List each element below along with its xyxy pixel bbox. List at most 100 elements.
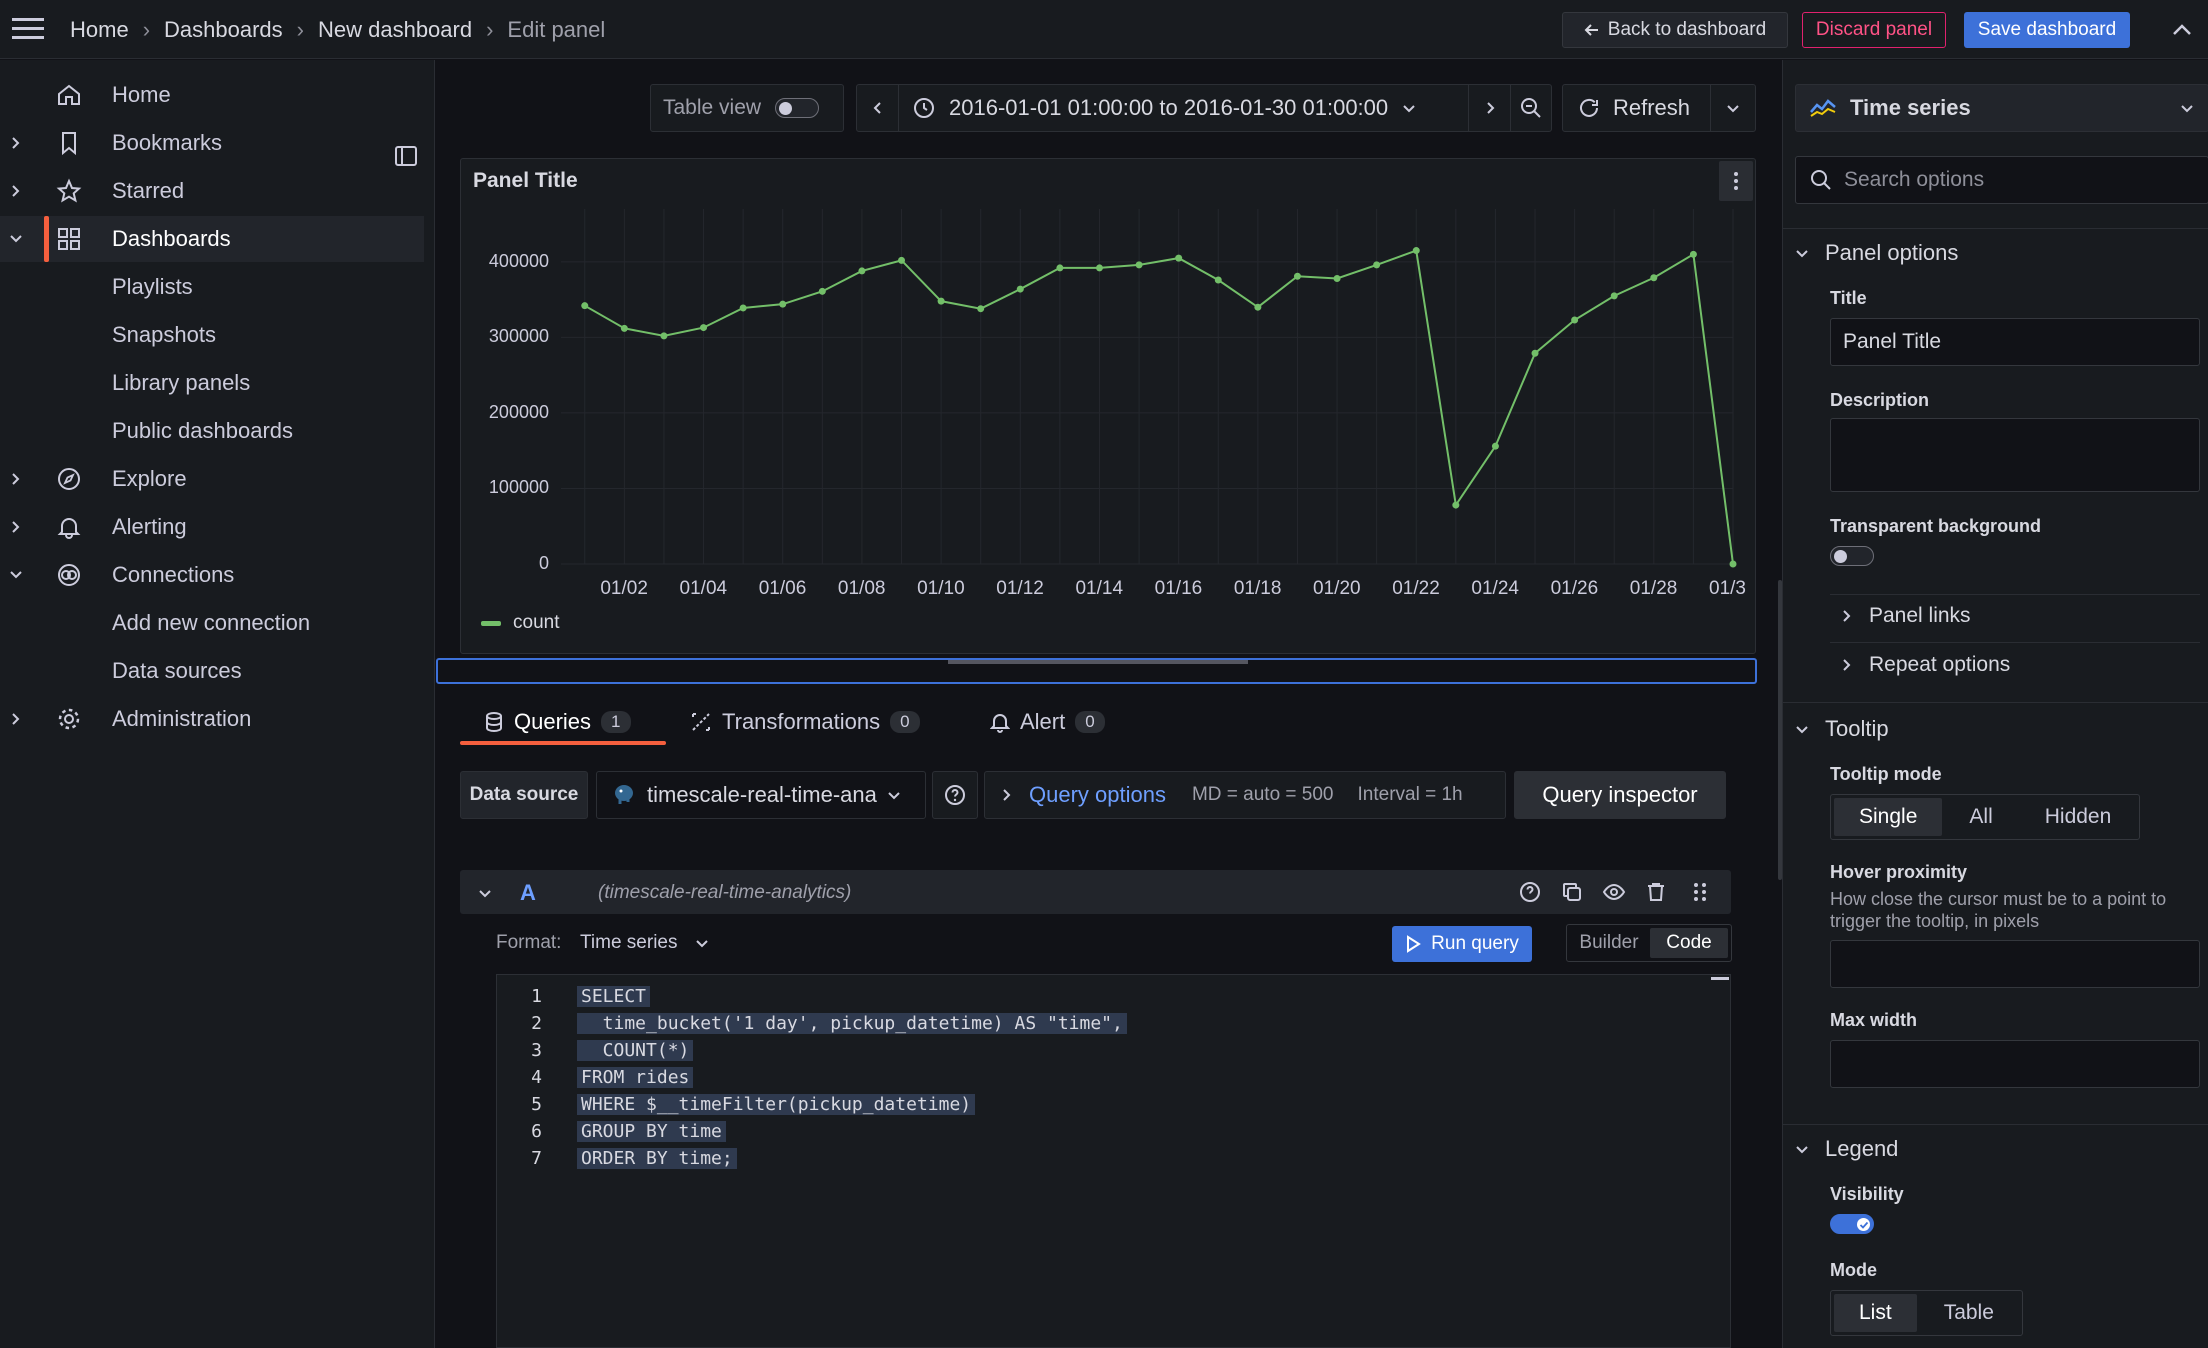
query-inspector-label: Query inspector (1542, 782, 1698, 807)
tooltip-section-header[interactable]: Tooltip (1795, 716, 1889, 742)
title-input[interactable]: Panel Title (1830, 318, 2200, 366)
sidebar-item-library-panels[interactable]: Library panels (0, 360, 424, 406)
transparent-background-switch[interactable] (1830, 546, 1874, 566)
sidebar-item-snapshots[interactable]: Snapshots (0, 312, 424, 358)
eye-icon[interactable] (1602, 880, 1626, 904)
time-back-button[interactable] (857, 85, 899, 131)
sidebar-item-connections[interactable]: Connections (0, 552, 424, 598)
sidebar-item-public-dashboards[interactable]: Public dashboards (0, 408, 424, 454)
query-options-bar[interactable]: Query options MD = auto = 500 Interval =… (984, 771, 1506, 819)
format-select[interactable]: Time series (580, 926, 730, 960)
search-options-field[interactable]: Search options (1795, 156, 2208, 204)
tab-label: Alert (1020, 709, 1066, 734)
chevron-down-icon[interactable] (8, 231, 24, 247)
query-header[interactable]: A (timescale-real-time-analytics) (460, 870, 1731, 914)
chevron-down-icon[interactable] (478, 886, 492, 900)
clock-icon (914, 98, 934, 118)
panel-links-section-header[interactable]: Panel links (1839, 604, 1971, 628)
splitter-handle[interactable] (948, 660, 1248, 664)
copy-icon[interactable] (1560, 880, 1584, 904)
trash-icon[interactable] (1644, 880, 1668, 904)
chevron-up-icon[interactable] (2170, 18, 2194, 42)
discard-panel-button[interactable]: Discard panel (1802, 12, 1946, 48)
breadcrumb-separator: › (486, 16, 494, 42)
check-icon (1859, 1221, 1868, 1229)
legend-visibility-switch[interactable] (1830, 1214, 1874, 1234)
sidebar-item-administration[interactable]: Administration (0, 696, 424, 742)
chevron-down-icon[interactable] (8, 567, 24, 583)
table-view-label: Table view (663, 96, 762, 119)
back-to-dashboard-button[interactable]: Back to dashboard (1562, 12, 1788, 48)
tab-alert[interactable]: Alert 0 (990, 700, 1105, 744)
refresh-button[interactable]: Refresh (1563, 85, 1711, 131)
sidebar-item-bookmarks[interactable]: Bookmarks (0, 120, 424, 166)
hover-proximity-input[interactable] (1830, 940, 2200, 988)
hamburger-menu-icon[interactable] (12, 16, 44, 42)
zoom-out-button[interactable] (1511, 85, 1551, 131)
sidebar-item-starred[interactable]: Starred (0, 168, 424, 214)
sidebar-item-label: Home (112, 82, 171, 107)
chevron-right-icon[interactable] (8, 183, 24, 199)
table-view-switch[interactable] (775, 98, 820, 118)
builder-mode-button[interactable]: Builder (1570, 928, 1648, 958)
breadcrumb-new-dashboard[interactable]: New dashboard (318, 17, 472, 43)
max-width-input[interactable] (1830, 1040, 2200, 1088)
save-dashboard-button[interactable]: Save dashboard (1964, 12, 2130, 48)
visualization-picker[interactable]: Time series (1795, 84, 2208, 132)
tab-queries[interactable]: Queries 1 (484, 700, 631, 744)
repeat-options-section-header[interactable]: Repeat options (1839, 653, 2010, 677)
panel[interactable]: Panel Title 0 100000 200000 300000 400000 01… (460, 158, 1756, 654)
x-tick-label: 01/24 (1471, 578, 1519, 599)
time-forward-button[interactable] (1469, 85, 1511, 131)
breadcrumb-home[interactable]: Home (70, 17, 129, 43)
chevron-right-icon[interactable] (8, 135, 24, 151)
time-range-picker[interactable]: 2016-01-01 01:00:00 to 2016-01-30 01:00:… (899, 85, 1469, 131)
tooltip-mode-all[interactable]: All (1944, 798, 2017, 836)
tooltip-mode-single[interactable]: Single (1834, 798, 1943, 836)
chevron-right-icon[interactable] (8, 519, 24, 535)
sidebar-item-add-new-connection[interactable]: Add new connection (0, 600, 424, 646)
divider (1783, 1124, 2208, 1125)
query-ref-id[interactable]: A (520, 880, 536, 906)
divider (1783, 702, 2208, 703)
sidebar-item-explore[interactable]: Explore (0, 456, 424, 502)
x-tick-label: 01/12 (996, 578, 1044, 599)
panel-editor-splitter[interactable] (436, 658, 1757, 684)
chevron-right-icon[interactable] (8, 471, 24, 487)
code-text: COUNT(*) (577, 1040, 694, 1061)
refresh-interval-dropdown[interactable] (1711, 85, 1755, 131)
run-query-button[interactable]: Run query (1392, 926, 1532, 962)
sidebar-item-alerting[interactable]: Alerting (0, 504, 424, 550)
legend-mode-table[interactable]: Table (1919, 1294, 2019, 1332)
tab-transformations[interactable]: Transformations 0 (690, 700, 920, 744)
legend-section-header[interactable]: Legend (1795, 1136, 1898, 1162)
sidebar-item-playlists[interactable]: Playlists (0, 264, 424, 310)
time-series-chart[interactable] (461, 159, 1757, 599)
breadcrumb-dashboards[interactable]: Dashboards (164, 17, 283, 43)
data-source-picker[interactable]: timescale-real-time-ana (596, 771, 926, 819)
breadcrumb-separator: › (296, 16, 304, 42)
code-mode-button[interactable]: Code (1650, 928, 1728, 958)
code-text: GROUP BY time (577, 1121, 726, 1142)
query-inspector-button[interactable]: Query inspector (1514, 771, 1726, 819)
sidebar-item-home[interactable]: Home (0, 72, 424, 118)
chevron-right-icon (1843, 610, 1851, 622)
sql-code-editor[interactable]: 1 SELECT 2 time_bucket('1 day', pickup_d… (496, 974, 1731, 1348)
time-range-group: 2016-01-01 01:00:00 to 2016-01-30 01:00:… (856, 84, 1552, 132)
tooltip-mode-hidden[interactable]: Hidden (2020, 798, 2137, 836)
sidebar-item-data-sources[interactable]: Data sources (0, 648, 424, 694)
question-circle-icon[interactable] (1518, 880, 1542, 904)
chevron-right-icon[interactable] (8, 711, 24, 727)
description-textarea[interactable] (1830, 418, 2200, 492)
section-title: Tooltip (1825, 716, 1889, 741)
table-view-toggle-group[interactable]: Table view (650, 84, 844, 132)
x-tick-label: 01/22 (1392, 578, 1440, 599)
format-label: Format: (496, 932, 562, 953)
data-source-help-button[interactable] (932, 771, 978, 819)
legend-mode-list[interactable]: List (1834, 1294, 1917, 1332)
panel-options-section-header[interactable]: Panel options (1795, 240, 1958, 266)
drag-handle-icon[interactable] (1688, 880, 1712, 904)
sidebar-item-dashboards[interactable]: Dashboards (0, 216, 424, 262)
options-pane-resize-handle[interactable] (1778, 580, 1782, 880)
legend-item-count[interactable]: count (481, 612, 559, 634)
